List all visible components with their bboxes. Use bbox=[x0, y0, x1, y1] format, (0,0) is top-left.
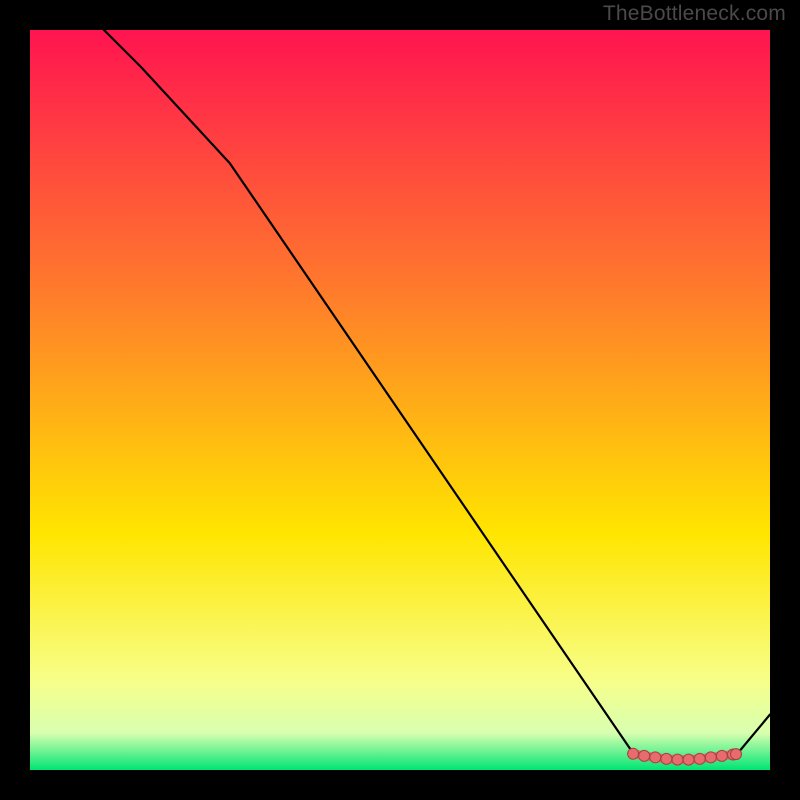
marker-dot bbox=[683, 754, 694, 765]
marker-dot bbox=[628, 748, 639, 759]
marker-dot bbox=[639, 750, 650, 761]
marker-dot bbox=[694, 753, 705, 764]
chart-stage: TheBottleneck.com bbox=[0, 0, 800, 800]
chart-svg bbox=[30, 30, 770, 770]
marker-dot bbox=[661, 753, 672, 764]
marker-dot bbox=[705, 752, 716, 763]
plot-area bbox=[30, 30, 770, 770]
marker-dot bbox=[716, 750, 727, 761]
watermark-text: TheBottleneck.com bbox=[603, 2, 786, 26]
marker-dot bbox=[650, 752, 661, 763]
gradient-background bbox=[30, 30, 770, 770]
marker-dot bbox=[731, 749, 742, 760]
marker-dot bbox=[672, 754, 683, 765]
